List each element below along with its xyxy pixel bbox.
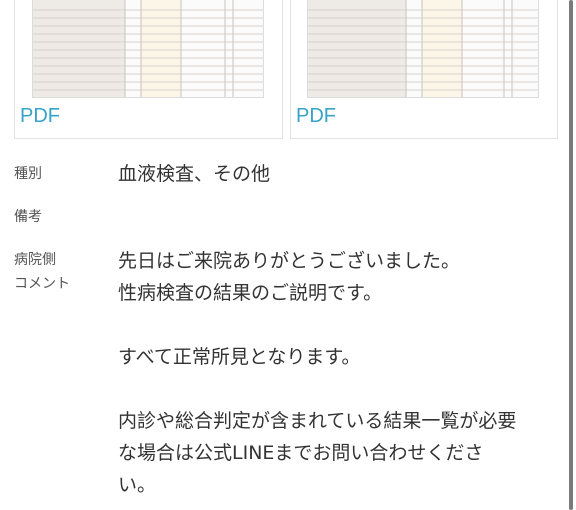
comment-line: 性病検査の結果のご説明です。 xyxy=(118,282,383,304)
pdf-link[interactable]: PDF xyxy=(296,105,336,128)
pdf-preview-image xyxy=(33,0,263,97)
comment-line: い。 xyxy=(118,474,157,496)
remarks-label: 備考 xyxy=(14,209,42,225)
pdf-preview-image xyxy=(308,0,538,97)
vertical-scrollbar[interactable] xyxy=(569,0,573,510)
comment-line xyxy=(118,373,516,405)
pdf-thumbnail[interactable] xyxy=(32,0,264,98)
pdf-link[interactable]: PDF xyxy=(20,105,60,128)
type-value: 血液検査、その他 xyxy=(118,163,271,185)
comment-line: すべて正常所見となります。 xyxy=(118,346,361,368)
comment-line: 内診や総合判定が含まれている結果一覧が必要 xyxy=(118,410,517,432)
comment-label-line: 病院側 xyxy=(14,252,56,268)
comment-line xyxy=(118,309,516,341)
attachment-card: PDF xyxy=(290,0,558,139)
type-label: 種別 xyxy=(14,166,42,182)
pdf-thumbnail[interactable] xyxy=(307,0,539,98)
comment-line: な場合は公式LINEまでお問い合わせくださ xyxy=(118,442,484,464)
comment-body: 先日はご来院ありがとうございました。 性病検査の結果のご説明です。 すべて正常所… xyxy=(118,245,516,501)
attachment-card: PDF xyxy=(14,0,283,139)
comment-label-line: コメント xyxy=(14,276,70,292)
comment-label: 病院側 コメント xyxy=(14,248,70,296)
comment-line: 先日はご来院ありがとうございました。 xyxy=(118,250,461,272)
